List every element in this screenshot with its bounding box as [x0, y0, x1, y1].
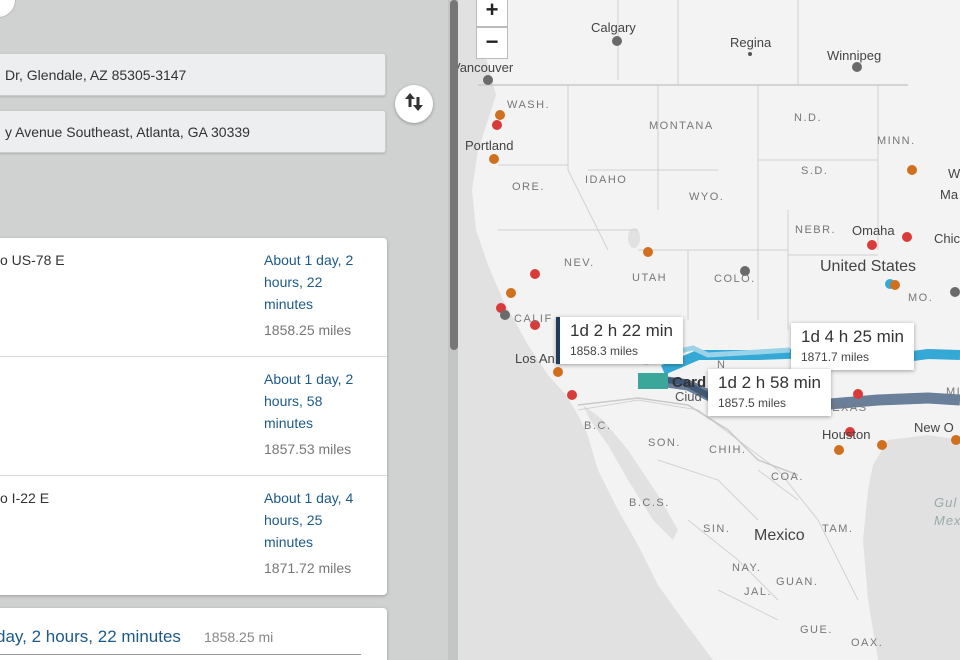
- region-label: MINN.: [877, 135, 916, 147]
- route-popup[interactable]: 1d 4 h 25 min 1871.7 miles: [791, 323, 915, 370]
- region-label: GUE.: [800, 624, 833, 636]
- route-option-1[interactable]: o US-78 E About 1 day, 2 hours, 22 minut…: [0, 238, 387, 357]
- city-label: Los An: [515, 351, 555, 366]
- destination-input[interactable]: y Avenue Southeast, Atlanta, GA 30339: [0, 110, 386, 153]
- region-label: ORE.: [512, 181, 545, 193]
- water-label: Gul: [934, 495, 958, 510]
- route-popup[interactable]: 1d 2 h 58 min 1857.5 miles: [708, 369, 832, 416]
- region-label: SON.: [648, 437, 681, 449]
- popup-duration: 1d 4 h 25 min: [801, 327, 905, 346]
- region-label: S.D.: [801, 165, 829, 177]
- zoom-in-button[interactable]: +: [476, 0, 508, 27]
- city-label: Regina: [730, 35, 772, 50]
- route-list: o US-78 E About 1 day, 2 hours, 22 minut…: [0, 238, 387, 595]
- menu-button[interactable]: [0, 0, 16, 18]
- route-option-2[interactable]: About 1 day, 2 hours, 58 minutes 1857.53…: [0, 357, 387, 476]
- region-label: TAM.: [822, 523, 854, 535]
- scrollbar-thumb[interactable]: [450, 0, 458, 350]
- route-name: o US-78 E: [0, 252, 65, 268]
- selected-route-summary[interactable]: day, 2 hours, 22 minutes 1858.25 mi: [0, 608, 387, 660]
- route-distance: 1858.25 miles: [264, 322, 352, 338]
- summary-distance: 1858.25 mi: [204, 629, 274, 645]
- popup-distance: 1858.3 miles: [570, 344, 639, 358]
- route-duration: About 1 day, 2 hours, 58 minutes: [264, 371, 354, 431]
- city-label: Winnipeg: [827, 48, 882, 63]
- water-label: Mex: [934, 513, 960, 528]
- route-duration: About 1 day, 2 hours, 22 minutes: [264, 252, 354, 312]
- region-label: WASH.: [507, 99, 551, 111]
- city-label: New O: [914, 420, 954, 435]
- swap-icon: [404, 91, 424, 118]
- region-label: SIN.: [703, 523, 731, 535]
- popup-duration: 1d 2 h 22 min: [570, 321, 674, 340]
- region-label: MO.: [908, 292, 934, 304]
- region-label: B.C.S.: [629, 497, 670, 509]
- route-name: o I-22 E: [0, 490, 50, 506]
- city-label: Houston: [822, 427, 871, 442]
- region-label: GUAN.: [776, 576, 819, 588]
- map-view[interactable]: + − Calgary Regina Winnipeg Vancouver Po…: [458, 0, 960, 660]
- region-label: NAY.: [732, 562, 762, 574]
- region-label: N.D.: [794, 112, 822, 124]
- popup-distance: 1871.7 miles: [801, 350, 870, 364]
- country-label: Mexico: [754, 527, 805, 544]
- region-label: COA.: [771, 471, 804, 483]
- route-distance: 1871.72 miles: [264, 560, 352, 576]
- origin-marker[interactable]: [638, 373, 668, 389]
- city-label: Chic: [934, 231, 960, 246]
- region-label: B.C.: [584, 420, 612, 432]
- swap-addresses-button[interactable]: [395, 85, 433, 123]
- origin-marker-sublabel: Ciud: [675, 389, 702, 404]
- region-label: IDAHO: [585, 174, 628, 186]
- route-option-3[interactable]: o I-22 E About 1 day, 4 hours, 25 minute…: [0, 476, 387, 595]
- region-label: MI: [946, 386, 960, 398]
- region-label: MONTANA: [649, 120, 714, 132]
- summary-duration: day, 2 hours, 22 minutes: [0, 627, 181, 646]
- popup-distance: 1857.5 miles: [718, 396, 787, 410]
- country-label: United States: [820, 258, 917, 275]
- route-popup-selected[interactable]: 1d 2 h 22 min 1858.3 miles: [556, 317, 684, 364]
- city-label: Vancouver: [458, 60, 514, 75]
- divider: [0, 654, 361, 655]
- region-label: WYO.: [689, 191, 725, 203]
- region-label: UTAH: [632, 272, 668, 284]
- directions-panel: Dr, Glendale, AZ 85305-3147 y Avenue Sou…: [0, 0, 458, 660]
- region-label: NEBR.: [795, 224, 837, 236]
- city-label: W: [948, 166, 960, 181]
- city-label: Ma: [940, 187, 959, 202]
- route-distance: 1857.53 miles: [264, 441, 352, 457]
- region-label: JAL.: [744, 586, 773, 598]
- region-label: OAX.: [851, 637, 884, 649]
- popup-duration: 1d 2 h 58 min: [718, 373, 822, 392]
- region-label: COLO.: [714, 273, 756, 285]
- zoom-out-button[interactable]: −: [476, 27, 508, 59]
- region-label: NEV.: [564, 257, 595, 269]
- city-label: Calgary: [591, 20, 636, 35]
- city-label: Portland: [465, 138, 514, 153]
- region-label: CHIH.: [709, 444, 747, 456]
- origin-input[interactable]: Dr, Glendale, AZ 85305-3147: [0, 53, 386, 96]
- region-label: CALIF: [514, 313, 553, 325]
- route-duration: About 1 day, 4 hours, 25 minutes: [264, 490, 354, 550]
- city-label: Omaha: [852, 223, 895, 238]
